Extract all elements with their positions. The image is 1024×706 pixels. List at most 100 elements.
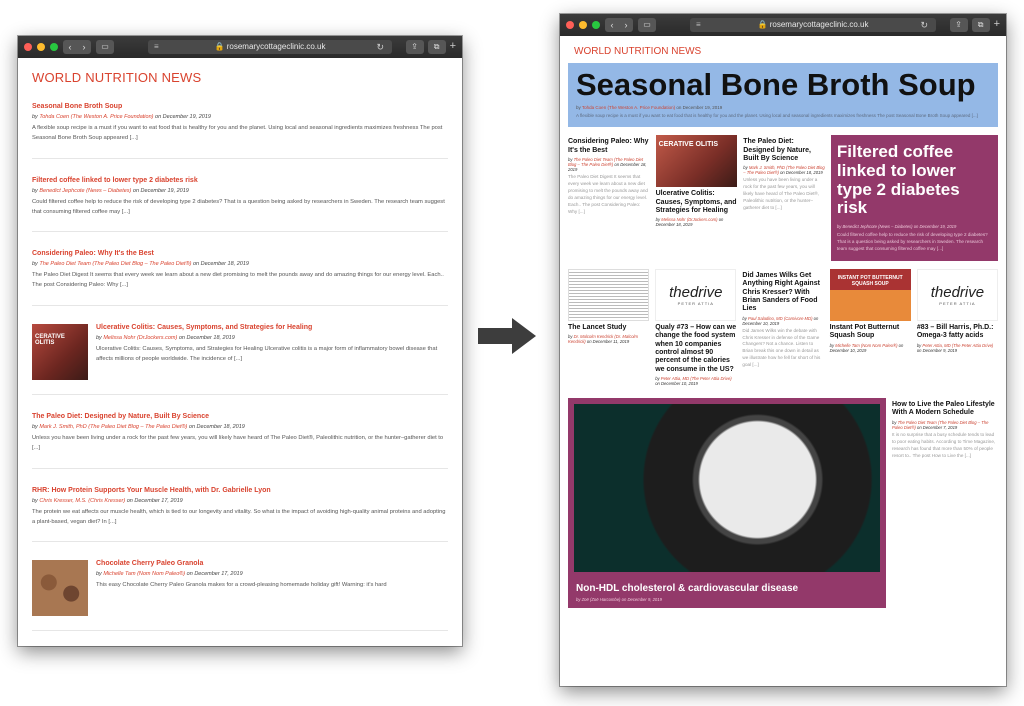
post-card[interactable]: thedrive PETER ATTIA #83 – Bill Harris, P… bbox=[916, 268, 999, 388]
close-window-button[interactable] bbox=[24, 43, 32, 51]
sidebar-toggle-button[interactable]: ▭ bbox=[638, 18, 656, 32]
post-title[interactable]: Ulcerative Colitis: Causes, Symptoms, an… bbox=[96, 324, 448, 331]
post-title[interactable]: Instant Pot Butternut Squash Soup bbox=[830, 324, 911, 341]
reader-icon[interactable]: ≡ bbox=[154, 40, 159, 54]
post-date: on December 10, 2019 bbox=[655, 381, 698, 387]
post-title[interactable]: Seasonal Bone Broth Soup bbox=[32, 103, 448, 110]
author-link[interactable]: Chris Kresser, M.S. (Chris Kresser) bbox=[39, 498, 125, 504]
post-title[interactable]: #83 – Bill Harris, Ph.D.: Omega-3 fatty … bbox=[917, 324, 998, 341]
post-byline: by The Paleo Diet Team (The Paleo Diet B… bbox=[892, 419, 989, 430]
post-title[interactable]: The Paleo Diet: Designed by Nature, Buil… bbox=[743, 138, 825, 163]
chevron-right-icon[interactable]: › bbox=[625, 18, 628, 32]
post-card[interactable]: The Paleo Diet: Designed by Nature, Buil… bbox=[743, 135, 825, 260]
post-thumbnail[interactable]: CERATIVE OLITIS bbox=[655, 135, 738, 188]
post-date: on December 18, 2019 bbox=[178, 335, 235, 342]
post-title[interactable]: Qualy #73 – How can we change the food s… bbox=[655, 324, 736, 374]
post-title[interactable]: Chocolate Cherry Paleo Granola bbox=[96, 560, 387, 567]
author-link[interactable]: The Paleo Diet Team (The Paleo Diet Blog… bbox=[39, 261, 191, 267]
hero-post[interactable]: Seasonal Bone Broth Soup by Tohda Coen (… bbox=[568, 63, 998, 128]
share-icon[interactable]: ⇪ bbox=[405, 40, 424, 54]
featured-post-card[interactable]: Filtered coffee linked to lower type 2 d… bbox=[830, 135, 998, 261]
post-title[interactable]: How to Live the Paleo Lifestyle With A M… bbox=[892, 401, 998, 418]
minimize-window-button[interactable] bbox=[579, 21, 587, 29]
chevron-right-icon[interactable]: › bbox=[83, 40, 86, 54]
post-thumbnail[interactable] bbox=[568, 268, 650, 321]
post-card[interactable]: The Lancet Study by Dr. Malcolm Kendrick… bbox=[568, 268, 650, 388]
post-card[interactable]: Did James Wilks Get Anything Right Again… bbox=[742, 269, 823, 388]
page-content: WORLD NUTRITION NEWS Seasonal Bone Broth… bbox=[560, 36, 1006, 686]
sidebar-toggle-button[interactable]: ▭ bbox=[96, 40, 114, 54]
post-thumbnail[interactable] bbox=[32, 560, 88, 617]
address-bar[interactable]: ≡ 🔒 rosemarycottageclinic.co.uk ↻ bbox=[690, 18, 936, 32]
featured-title[interactable]: Filtered coffee linked to lower type 2 d… bbox=[837, 142, 992, 218]
author-link[interactable]: Mark J. Smith, PhD (The Paleo Diet Blog … bbox=[39, 424, 187, 430]
post-title[interactable]: Ulcerative Colitis: Causes, Symptoms, an… bbox=[656, 190, 738, 215]
post-byline: by Peter Attia, MD (The Peter Attia Driv… bbox=[916, 342, 994, 353]
big-featured-post[interactable]: Non-HDL cholesterol & cardiovascular dis… bbox=[568, 398, 886, 609]
site-title[interactable]: WORLD NUTRITION NEWS bbox=[32, 70, 448, 85]
reload-icon[interactable]: ↻ bbox=[920, 18, 928, 32]
post-title[interactable]: Filtered coffee linked to lower type 2 d… bbox=[32, 177, 448, 184]
new-tab-icon[interactable]: + bbox=[450, 40, 456, 54]
post-thumbnail[interactable]: CERATIVE OLITIS bbox=[32, 324, 88, 381]
post-grid-row-3: Non-HDL cholesterol & cardiovascular dis… bbox=[568, 398, 998, 609]
post-title[interactable]: Considering Paleo: Why It's the Best bbox=[568, 138, 650, 155]
lock-icon: 🔒 bbox=[757, 20, 768, 29]
post-thumbnail[interactable]: thedrive PETER ATTIA bbox=[916, 268, 999, 321]
url-text: rosemarycottageclinic.co.uk bbox=[226, 42, 326, 51]
hero-date: on December 19, 2019 bbox=[676, 104, 723, 110]
address-bar[interactable]: ≡ 🔒 rosemarycottageclinic.co.uk ↻ bbox=[148, 40, 392, 54]
post-title[interactable]: The Lancet Study bbox=[568, 324, 649, 332]
close-window-button[interactable] bbox=[566, 21, 574, 29]
post-title[interactable]: Considering Paleo: Why It's the Best bbox=[32, 250, 448, 257]
post-title[interactable]: The Paleo Diet: Designed by Nature, Buil… bbox=[32, 413, 448, 420]
featured-title[interactable]: Non-HDL cholesterol & cardiovascular dis… bbox=[576, 583, 798, 594]
post-thumbnail[interactable]: INSTANT POT BUTTERNUT SQUASH SOUP bbox=[829, 268, 911, 321]
post-excerpt: It is no surprise that a busy schedule t… bbox=[892, 431, 996, 458]
tabs-icon[interactable]: ⧉ bbox=[971, 18, 990, 32]
tabs-icon[interactable]: ⧉ bbox=[427, 40, 446, 54]
post-title[interactable]: RHR: How Protein Supports Your Muscle He… bbox=[32, 487, 448, 494]
post-card[interactable]: How to Live the Paleo Lifestyle With A M… bbox=[892, 398, 998, 608]
hero-author-link[interactable]: Tohda Coen (The Weston A. Price Foundati… bbox=[582, 105, 675, 110]
post-byline: by Michelle Tam (Nom Nom Paleo®) on Dece… bbox=[96, 571, 243, 578]
author-link[interactable]: Michelle Tam (Nom Nom Paleo®) bbox=[103, 571, 185, 577]
author-link[interactable]: Zoë (Zoë Harcombe) bbox=[582, 597, 621, 602]
author-link[interactable]: Melissa Nohr (DrJockers.com) bbox=[103, 335, 177, 341]
share-icon[interactable]: ⇪ bbox=[949, 18, 968, 32]
chevron-left-icon[interactable]: ‹ bbox=[611, 18, 614, 32]
post-card[interactable]: CERATIVE OLITIS Ulcerative Colitis: Caus… bbox=[655, 135, 738, 260]
post-byline: by The Paleo Diet Team (The Paleo Diet B… bbox=[32, 261, 249, 268]
site-title[interactable]: WORLD NUTRITION NEWS bbox=[574, 46, 992, 57]
post-title[interactable]: Did James Wilks Get Anything Right Again… bbox=[742, 272, 823, 314]
new-tab-icon[interactable]: + bbox=[994, 18, 1000, 32]
post-date: on December 7, 2019 bbox=[916, 424, 958, 430]
post-byline: by Benedict Jephcote (News – Diabetes) o… bbox=[32, 187, 189, 194]
reader-icon[interactable]: ≡ bbox=[696, 18, 701, 32]
post-grid-row-2: The Lancet Study by Dr. Malcolm Kendrick… bbox=[568, 268, 999, 388]
post-thumbnail[interactable]: thedrive PETER ATTIA bbox=[655, 268, 737, 321]
lock-icon: 🔒 bbox=[214, 42, 225, 51]
zoom-window-button[interactable] bbox=[50, 43, 58, 51]
author-link[interactable]: Tohda Coen (The Weston A. Price Foundati… bbox=[39, 114, 153, 120]
post-date: on December 9, 2019 bbox=[916, 347, 958, 353]
post-byline: by Tohda Coen (The Weston A. Price Found… bbox=[32, 114, 211, 120]
blood-pressure-gauge-image[interactable] bbox=[574, 404, 880, 573]
chevron-left-icon[interactable]: ‹ bbox=[69, 40, 72, 54]
post-byline: by Michelle Tam (Nom Nom Paleo®) on Dece… bbox=[829, 342, 904, 353]
zoom-window-button[interactable] bbox=[592, 21, 600, 29]
post-byline: by Mark J. Smith, PhD (The Paleo Diet Bl… bbox=[32, 424, 245, 431]
post-excerpt: Ulcerative Colitis: Causes, Symptoms, an… bbox=[96, 346, 438, 362]
minimize-window-button[interactable] bbox=[37, 43, 45, 51]
post-card[interactable]: thedrive PETER ATTIA Qualy #73 – How can … bbox=[655, 268, 737, 388]
reload-icon[interactable]: ↻ bbox=[376, 40, 384, 54]
browser-toolbar: ‹ › ▭ ≡ 🔒 rosemarycottageclinic.co.uk ↻ ⇪… bbox=[560, 14, 1006, 36]
post-card[interactable]: INSTANT POT BUTTERNUT SQUASH SOUP Instan… bbox=[829, 268, 911, 388]
post-date: on December 17, 2019 bbox=[126, 497, 183, 504]
hero-title[interactable]: Seasonal Bone Broth Soup bbox=[576, 68, 990, 102]
back-forward-buttons[interactable]: ‹ › bbox=[63, 40, 91, 54]
post-card[interactable]: Considering Paleo: Why It's the Best by … bbox=[568, 135, 650, 260]
back-forward-buttons[interactable]: ‹ › bbox=[605, 18, 633, 32]
author-link[interactable]: Benedict Jephcote (News – Diabetes) bbox=[39, 188, 131, 194]
author-link[interactable]: Benedict Jephcote (News – Diabetes) bbox=[842, 224, 912, 229]
